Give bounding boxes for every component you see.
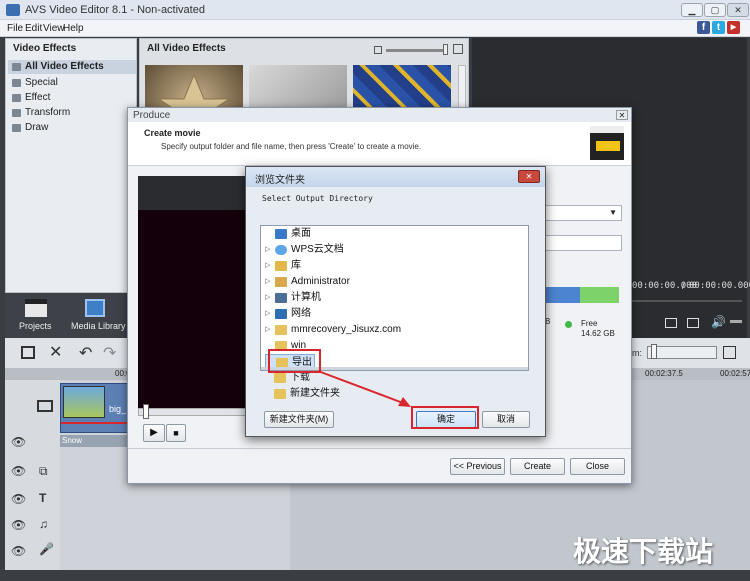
watermark-logo: 极速下载站 [573,535,714,568]
annotation-arrow [317,370,411,407]
